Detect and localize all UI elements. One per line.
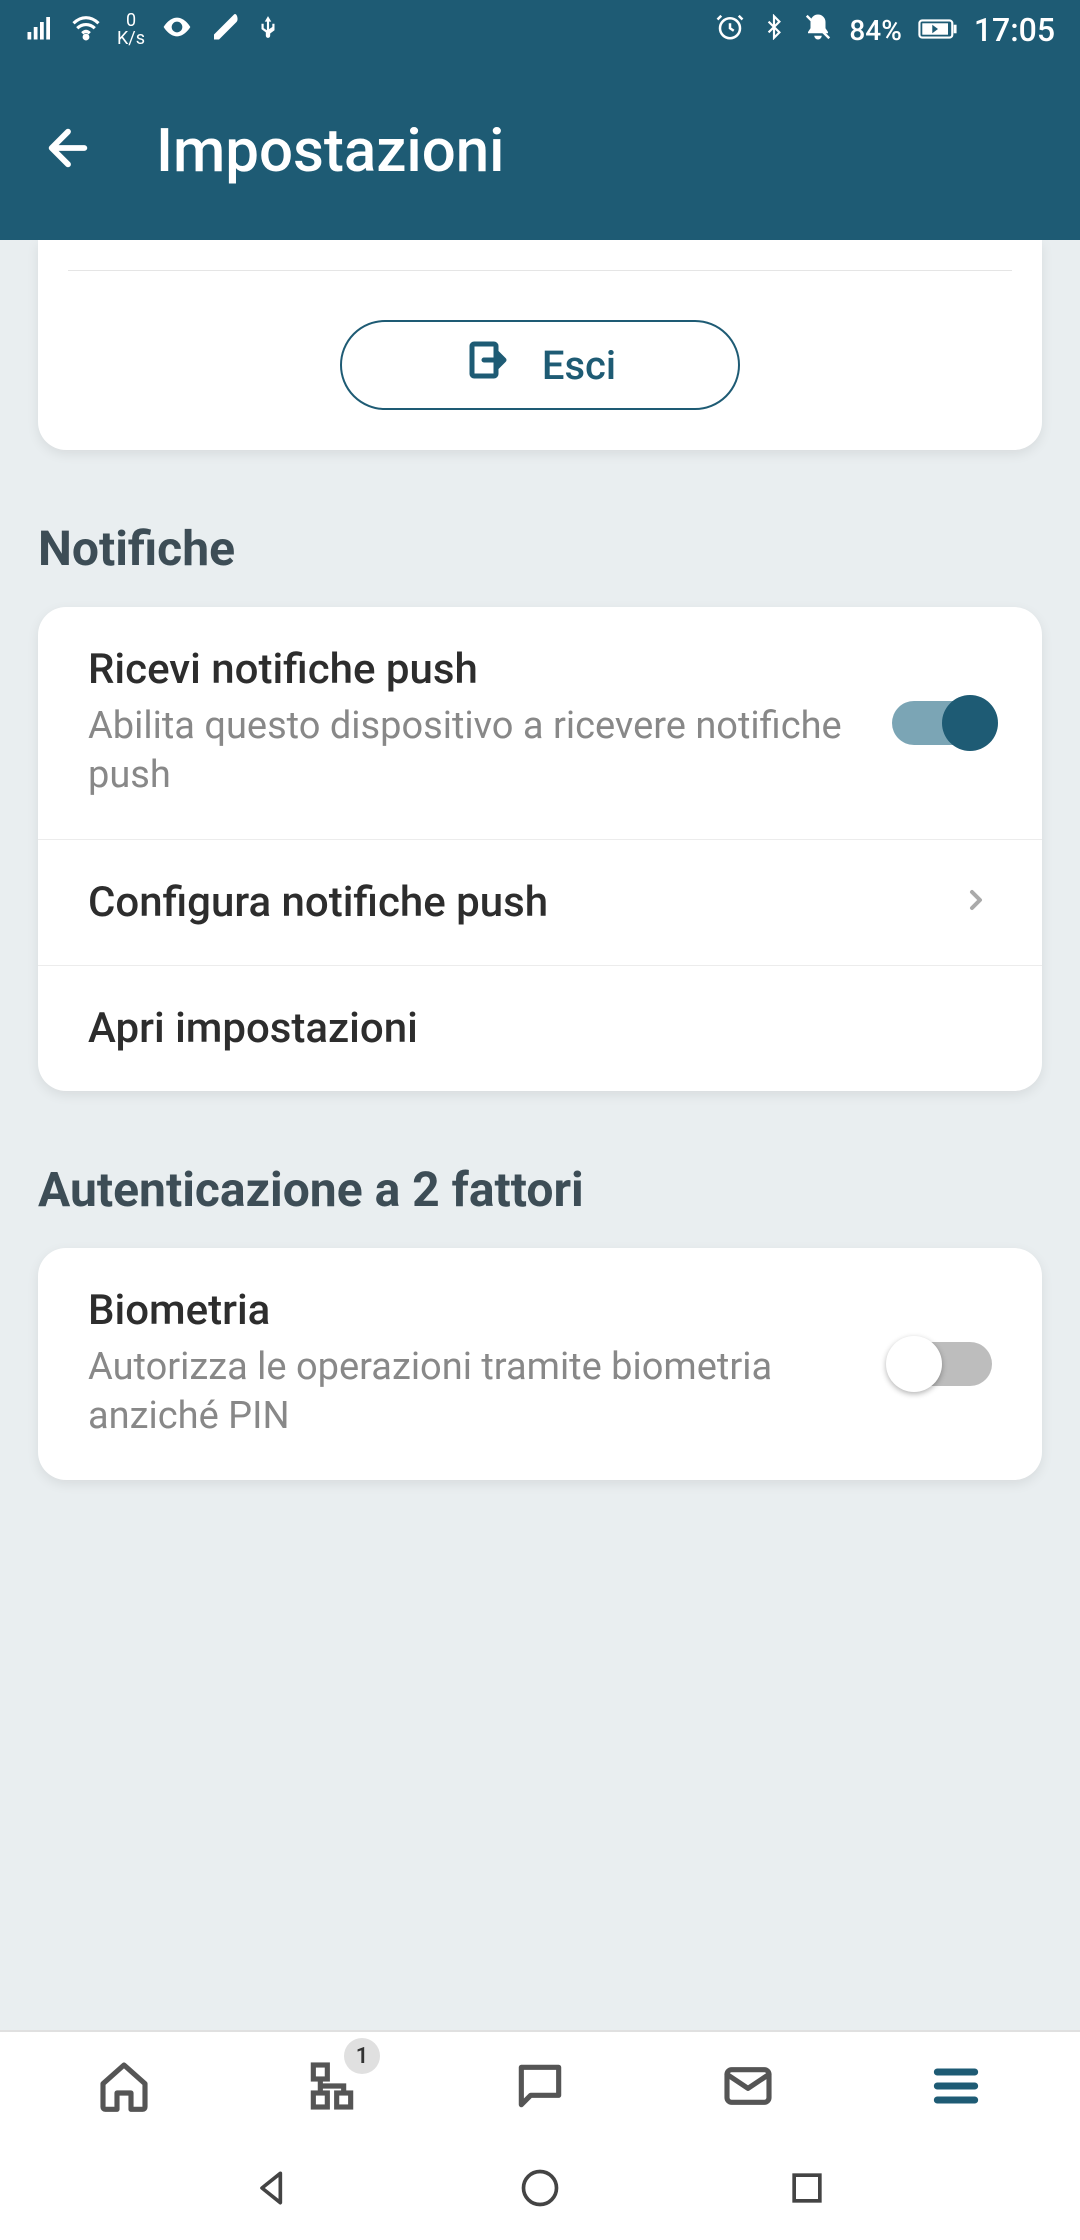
status-bar: 0 K/s 84% 17:05: [0, 0, 1080, 60]
page-title: Impostazioni: [156, 115, 504, 186]
system-nav: [0, 2140, 1080, 2240]
alarm-icon: [715, 12, 745, 49]
biometry-title: Biometria: [88, 1286, 862, 1335]
mute-icon: [803, 12, 833, 49]
section-notifications-title: Notifiche: [38, 520, 1042, 577]
push-receive-switch[interactable]: [892, 701, 992, 745]
usb-icon: [255, 14, 281, 47]
wifi-icon: [71, 12, 101, 49]
clock-time: 17:05: [974, 11, 1055, 49]
nav-mail[interactable]: [708, 2046, 788, 2126]
exit-icon: [464, 336, 512, 394]
bottom-nav: 1: [0, 2030, 1080, 2140]
content-area: Esci Notifiche Ricevi notifiche push Abi…: [0, 240, 1080, 2030]
chevron-right-icon: [960, 884, 992, 920]
push-receive-title: Ricevi notifiche push: [88, 645, 862, 694]
open-settings-title: Apri impostazioni: [88, 1004, 962, 1053]
nav-menu[interactable]: [916, 2046, 996, 2126]
battery-percent: 84%: [849, 14, 901, 47]
bluetooth-icon: [761, 14, 787, 47]
app-bar: Impostazioni: [0, 60, 1080, 240]
feather-icon: [209, 12, 239, 49]
row-push-config[interactable]: Configura notifiche push: [38, 840, 1042, 966]
network-speed: 0 K/s: [117, 12, 145, 48]
row-push-receive[interactable]: Ricevi notifiche push Abilita questo dis…: [38, 607, 1042, 840]
battery-icon: [918, 14, 958, 47]
biometry-subtitle: Autorizza le operazioni tramite biometri…: [88, 1343, 862, 1442]
push-config-title: Configura notifiche push: [88, 878, 930, 927]
sys-back[interactable]: [251, 2166, 295, 2214]
network-speed-unit: K/s: [117, 30, 145, 48]
notifications-card: Ricevi notifiche push Abilita questo dis…: [38, 607, 1042, 1091]
sys-recent[interactable]: [785, 2166, 829, 2214]
eye-icon: [161, 11, 193, 50]
nav-tree[interactable]: 1: [292, 2046, 372, 2126]
nav-home[interactable]: [84, 2046, 164, 2126]
row-biometry[interactable]: Biometria Autorizza le operazioni tramit…: [38, 1248, 1042, 1480]
back-button[interactable]: [40, 120, 96, 180]
push-receive-subtitle: Abilita questo dispositivo a ricevere no…: [88, 702, 862, 801]
account-card: Esci: [38, 240, 1042, 450]
nav-tree-badge: 1: [344, 2038, 380, 2074]
section-2fa-title: Autenticazione a 2 fattori: [38, 1161, 1042, 1218]
logout-label: Esci: [542, 342, 616, 389]
logout-button[interactable]: Esci: [340, 320, 740, 410]
signal-icon: [25, 12, 55, 49]
sys-home[interactable]: [518, 2166, 562, 2214]
two-factor-card: Biometria Autorizza le operazioni tramit…: [38, 1248, 1042, 1480]
biometry-switch[interactable]: [892, 1342, 992, 1386]
nav-chat[interactable]: [500, 2046, 580, 2126]
row-open-settings[interactable]: Apri impostazioni: [38, 966, 1042, 1091]
